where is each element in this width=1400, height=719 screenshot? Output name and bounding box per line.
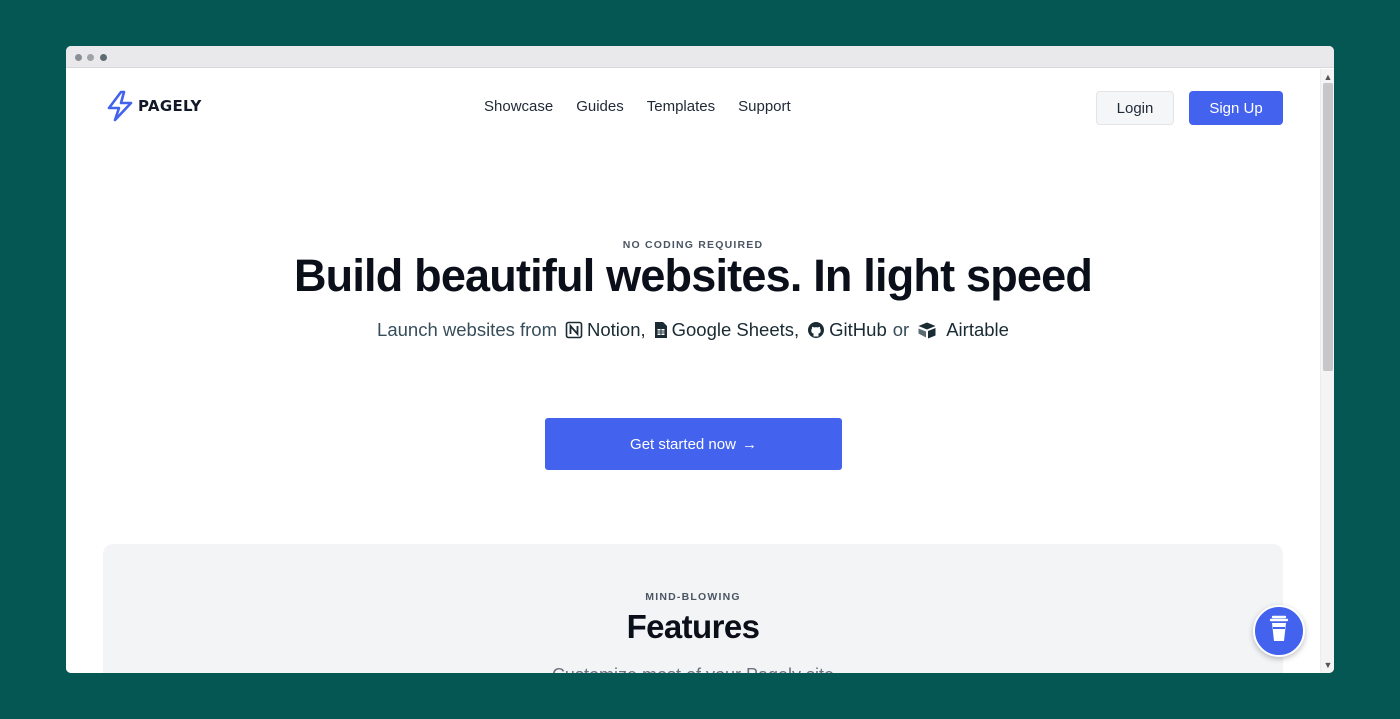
features-description: Customize most of your Pagely site bbox=[103, 665, 1283, 673]
page-viewport: PAGELY Showcase Guides Templates Support… bbox=[66, 69, 1320, 673]
notion-icon bbox=[565, 321, 583, 339]
lightning-bolt-icon bbox=[106, 90, 134, 122]
hero-headline: Build beautiful websites. In light speed bbox=[293, 250, 1093, 301]
features-section: MIND-BLOWING Features Customize most of … bbox=[103, 544, 1283, 673]
coffee-cup-icon bbox=[1267, 614, 1291, 649]
hero-subline: Launch websites from Notion, Google Shee… bbox=[66, 319, 1320, 341]
subline-or: or bbox=[892, 319, 910, 340]
nav-guides[interactable]: Guides bbox=[576, 98, 624, 115]
features-title: Features bbox=[626, 608, 760, 645]
window-close-dot[interactable] bbox=[75, 54, 82, 61]
login-button[interactable]: Login bbox=[1096, 91, 1174, 125]
nav-templates[interactable]: Templates bbox=[647, 98, 715, 115]
get-started-button[interactable]: Get started now → bbox=[545, 418, 842, 470]
window-maximize-dot[interactable] bbox=[100, 54, 107, 61]
scroll-down-icon[interactable]: ▼ bbox=[1321, 659, 1334, 671]
cta-label: Get started now bbox=[630, 435, 736, 453]
brand-logo[interactable]: PAGELY bbox=[106, 90, 202, 122]
scrollbar-thumb[interactable] bbox=[1323, 83, 1333, 371]
source-github: GitHub bbox=[829, 319, 887, 340]
nav-showcase[interactable]: Showcase bbox=[484, 98, 553, 115]
source-google-sheets: Google Sheets, bbox=[671, 319, 800, 340]
subline-prefix: Launch websites from bbox=[377, 319, 557, 340]
nav-support[interactable]: Support bbox=[738, 98, 791, 115]
buy-me-a-coffee-button[interactable] bbox=[1253, 605, 1305, 657]
arrow-right-icon: → bbox=[741, 435, 757, 453]
source-airtable: Airtable bbox=[946, 319, 1009, 340]
google-sheets-icon bbox=[654, 321, 668, 339]
window-titlebar bbox=[66, 46, 1334, 68]
browser-window: PAGELY Showcase Guides Templates Support… bbox=[66, 46, 1334, 673]
main-nav: Showcase Guides Templates Support bbox=[484, 98, 791, 115]
vertical-scrollbar[interactable]: ▲ ▼ bbox=[1320, 69, 1334, 673]
features-eyebrow: MIND-BLOWING bbox=[645, 591, 741, 603]
scroll-up-icon[interactable]: ▲ bbox=[1321, 71, 1334, 83]
window-minimize-dot[interactable] bbox=[87, 54, 94, 61]
airtable-icon bbox=[917, 321, 937, 339]
signup-button[interactable]: Sign Up bbox=[1189, 91, 1283, 125]
github-icon bbox=[807, 321, 825, 339]
source-notion: Notion, bbox=[587, 319, 646, 340]
brand-name: PAGELY bbox=[138, 97, 202, 115]
